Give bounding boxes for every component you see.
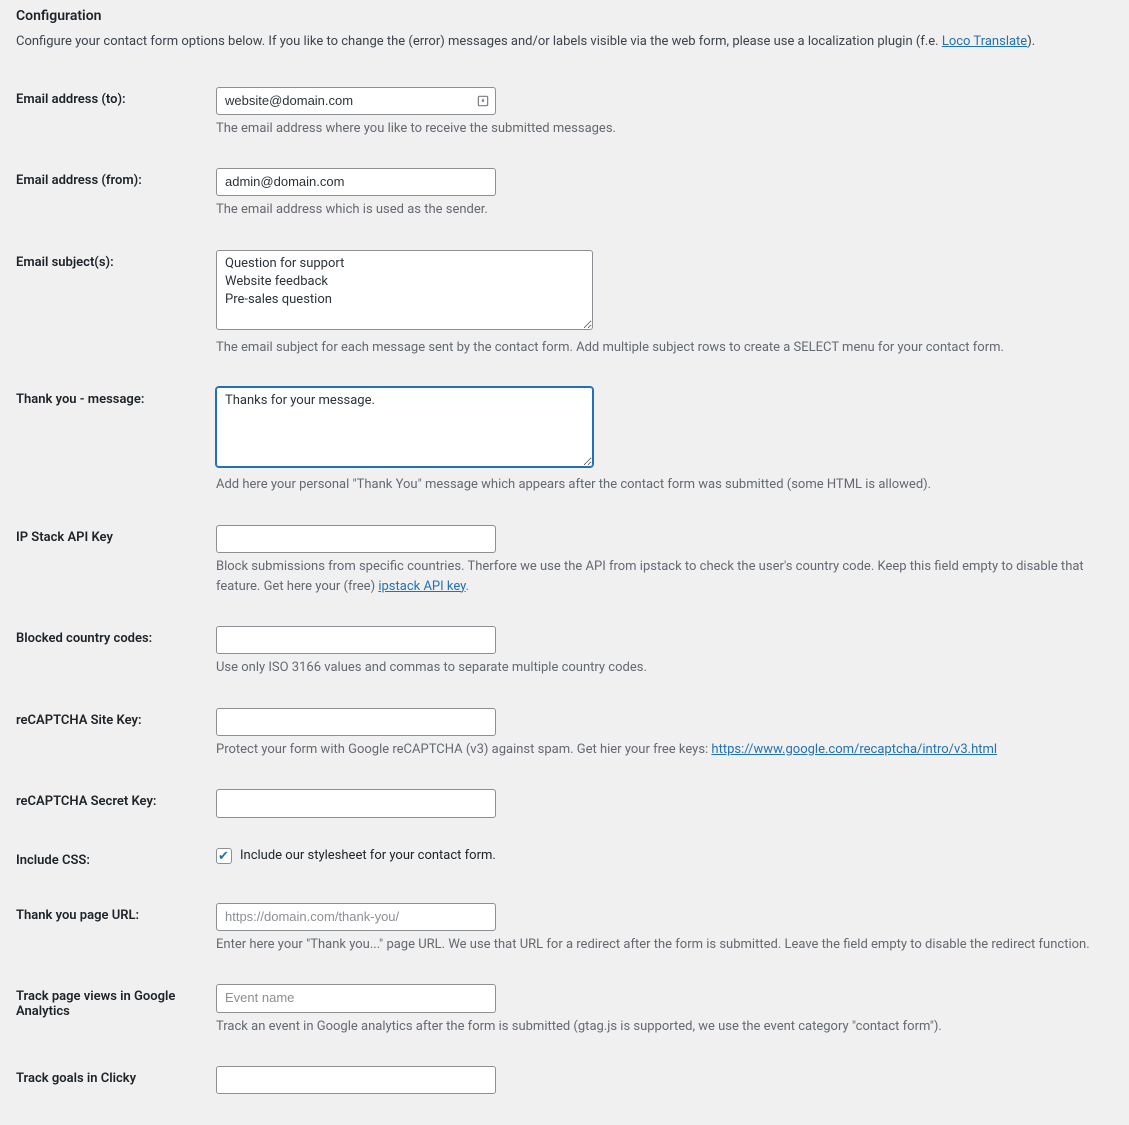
thankyou-textarea[interactable]: Thanks for your message. (216, 387, 593, 467)
blocked-countries-label: Blocked country codes: (16, 611, 216, 693)
intro-text: Configure your contact form options belo… (16, 32, 1113, 52)
loco-translate-link[interactable]: Loco Translate (942, 34, 1027, 49)
thankyou-helper: Add here your personal "Thank You" messa… (216, 475, 1103, 495)
intro-suffix: ). (1027, 34, 1035, 49)
thankyou-label: Thank you - message: (16, 372, 216, 510)
thankyou-url-input[interactable] (216, 903, 496, 931)
recaptcha-helper-prefix: Protect your form with Google reCAPTCHA … (216, 742, 711, 757)
thankyou-url-helper: Enter here your "Thank you..." page URL.… (216, 935, 1103, 955)
config-form-table: Email address (to): The email address wh… (16, 72, 1113, 1110)
blocked-countries-input[interactable] (216, 626, 496, 654)
include-css-row[interactable]: Include our stylesheet for your contact … (216, 848, 1103, 864)
blocked-countries-helper: Use only ISO 3166 values and commas to s… (216, 658, 1103, 678)
thankyou-url-label: Thank you page URL: (16, 888, 216, 970)
subjects-helper: The email subject for each message sent … (216, 338, 1103, 358)
email-to-label: Email address (to): (16, 72, 216, 154)
ga-event-label: Track page views in Google Analytics (16, 969, 216, 1051)
recaptcha-site-input[interactable] (216, 708, 496, 736)
email-from-input[interactable] (216, 168, 496, 196)
page-title: Configuration (16, 8, 1113, 24)
email-to-input[interactable] (216, 87, 496, 115)
recaptcha-link[interactable]: https://www.google.com/recaptcha/intro/v… (711, 742, 997, 757)
recaptcha-secret-label: reCAPTCHA Secret Key: (16, 774, 216, 832)
intro-prefix: Configure your contact form options belo… (16, 34, 942, 49)
ipstack-label: IP Stack API Key (16, 510, 216, 611)
ipstack-api-key-link[interactable]: ipstack API key (378, 579, 465, 594)
email-from-helper: The email address which is used as the s… (216, 200, 1103, 220)
subjects-label: Email subject(s): (16, 235, 216, 373)
ipstack-helper-suffix: . (466, 579, 469, 594)
ipstack-input[interactable] (216, 525, 496, 553)
recaptcha-site-helper: Protect your form with Google reCAPTCHA … (216, 740, 1103, 760)
email-from-label: Email address (from): (16, 153, 216, 235)
clicky-input[interactable] (216, 1066, 496, 1094)
recaptcha-site-label: reCAPTCHA Site Key: (16, 693, 216, 775)
include-css-label: Include CSS: (16, 833, 216, 888)
recaptcha-secret-input[interactable] (216, 789, 496, 817)
subjects-textarea[interactable]: Question for support Website feedback Pr… (216, 250, 593, 330)
include-css-checkbox[interactable] (216, 848, 232, 864)
email-to-helper: The email address where you like to rece… (216, 119, 1103, 139)
ipstack-helper-prefix: Block submissions from specific countrie… (216, 559, 1084, 594)
ga-event-helper: Track an event in Google analytics after… (216, 1017, 1103, 1037)
include-css-checkbox-label: Include our stylesheet for your contact … (240, 848, 496, 863)
clicky-label: Track goals in Clicky (16, 1051, 216, 1109)
ga-event-input[interactable] (216, 984, 496, 1012)
ipstack-helper: Block submissions from specific countrie… (216, 557, 1103, 596)
